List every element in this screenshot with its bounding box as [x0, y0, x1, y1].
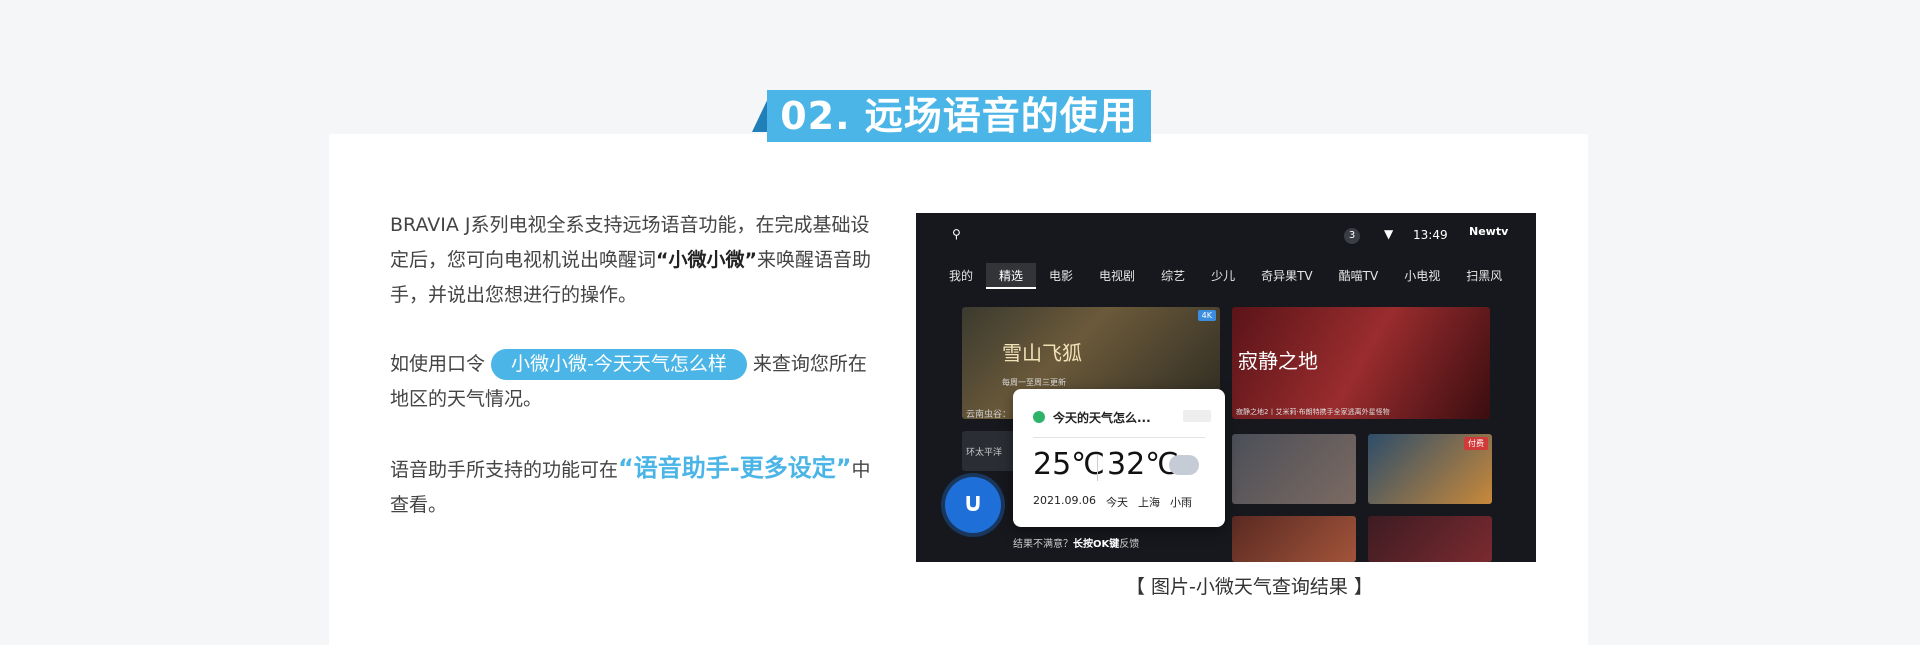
tv-topbar: ⚲ 3 ▼ 13:49 Newtv — [916, 213, 1536, 255]
cloud-rain-icon — [1169, 455, 1199, 475]
weather-day: 今天 — [1105, 496, 1128, 509]
weather-question: 今天的天气怎么... — [1053, 411, 1151, 425]
tv-tab-kids[interactable]: 少儿 — [1198, 263, 1248, 289]
poster-1-title: 雪山飞狐 — [1002, 341, 1082, 365]
poster-2-caption: 寂静之地2丨艾米莉·布朗特携手全家逃离外星怪物 — [1236, 408, 1390, 416]
weather-divider — [1033, 437, 1205, 438]
tv-tab-kumiao[interactable]: 酷喵TV — [1326, 263, 1392, 289]
tv-screenshot: ⚲ 3 ▼ 13:49 Newtv 我的 精选 电影 电视剧 综艺 少儿 奇异果… — [916, 213, 1536, 562]
poster-1-sub: 每周一至周三更新 — [1002, 378, 1066, 387]
poster-row-3[interactable] — [1232, 516, 1356, 562]
description-column: BRAVIA J系列电视全系支持远场语音功能，在完成基础设定后，您可向电视机说出… — [390, 208, 875, 557]
poster-featured-2[interactable]: 寂静之地 寂静之地2丨艾米莉·布朗特携手全家逃离外星怪物 — [1232, 307, 1490, 419]
4k-badge: 4K — [1197, 310, 1216, 321]
tv-tab-movies[interactable]: 电影 — [1036, 263, 1086, 289]
paragraph-wake: BRAVIA J系列电视全系支持远场语音功能，在完成基础设定后，您可向电视机说出… — [390, 208, 875, 313]
tv-tab-series[interactable]: 电视剧 — [1086, 263, 1148, 289]
weather-card: 今天的天气怎么... 25℃ 32℃ 2021.09.06 今天 上海 小雨 — [1013, 389, 1225, 527]
poster-row-2[interactable]: 付费 — [1368, 434, 1492, 504]
voice-command-pill: 小微小微-今天天气怎么样 — [491, 349, 747, 380]
weather-temp-low: 25℃ — [1033, 447, 1105, 482]
weather-provider-badge — [1183, 410, 1211, 422]
weather-footer: 2021.09.06 今天 上海 小雨 — [1033, 494, 1192, 510]
feedback-text-a: 结果不满意？ — [1013, 539, 1073, 550]
paragraph-command: 如使用口令 小微小微-今天天气怎么样 来查询您所在地区的天气情况。 — [390, 347, 875, 417]
feedback-text-c: 反馈 — [1119, 539, 1140, 550]
poster-row-4[interactable] — [1368, 516, 1492, 562]
search-icon[interactable]: ⚲ — [952, 227, 966, 241]
wifi-icon: ▼ — [1384, 227, 1394, 241]
weather-temp-separator — [1097, 455, 1098, 481]
weather-date: 2021.09.06 — [1033, 494, 1096, 507]
paragraph-settings: 语音助手所支持的功能可在“语音助手-更多设定”中查看。 — [390, 451, 875, 523]
poster-1-caption: 云南虫谷： — [966, 410, 1012, 419]
wake-word: “小微小微” — [656, 249, 757, 271]
weather-condition: 小雨 — [1169, 496, 1192, 509]
newtv-logo: Newtv — [1469, 225, 1509, 238]
poster-2-title: 寂静之地 — [1238, 349, 1318, 373]
tv-clock: 13:49 — [1413, 228, 1448, 242]
assistant-icon — [1033, 411, 1045, 423]
section-title-text: 02. 远场语音的使用 — [767, 90, 1151, 142]
feedback-hint: 结果不满意？长按OK键反馈 — [1013, 535, 1139, 550]
image-caption: 【 图片-小微天气查询结果 】 — [1126, 576, 1373, 598]
tv-tab-mine[interactable]: 我的 — [936, 263, 986, 289]
paragraph-command-text-a: 如使用口令 — [390, 353, 486, 375]
weather-city: 上海 — [1137, 496, 1160, 509]
settings-path-highlight: “语音助手-更多设定” — [618, 454, 852, 482]
tv-tab-iqiyi[interactable]: 奇异果TV — [1248, 263, 1326, 289]
tv-tab-featured[interactable]: 精选 — [986, 263, 1037, 289]
feedback-key: 长按OK键 — [1073, 539, 1120, 550]
tv-tab-saohei[interactable]: 扫黑风 — [1453, 263, 1515, 289]
voice-assistant-icon[interactable]: ∪ — [945, 477, 1001, 533]
poster-row-1[interactable] — [1232, 434, 1356, 504]
tv-tab-mini-tv[interactable]: 小电视 — [1391, 263, 1453, 289]
tv-nav: 我的 精选 电影 电视剧 综艺 少儿 奇异果TV 酷喵TV 小电视 扫黑风 — [936, 263, 1515, 289]
paragraph-settings-text-a: 语音助手所支持的功能可在 — [390, 459, 619, 481]
tv-tab-variety[interactable]: 综艺 — [1148, 263, 1198, 289]
side-label: 环太平洋 — [966, 448, 1003, 458]
notification-badge[interactable]: 3 — [1344, 228, 1360, 244]
paid-badge: 付费 — [1464, 437, 1488, 450]
